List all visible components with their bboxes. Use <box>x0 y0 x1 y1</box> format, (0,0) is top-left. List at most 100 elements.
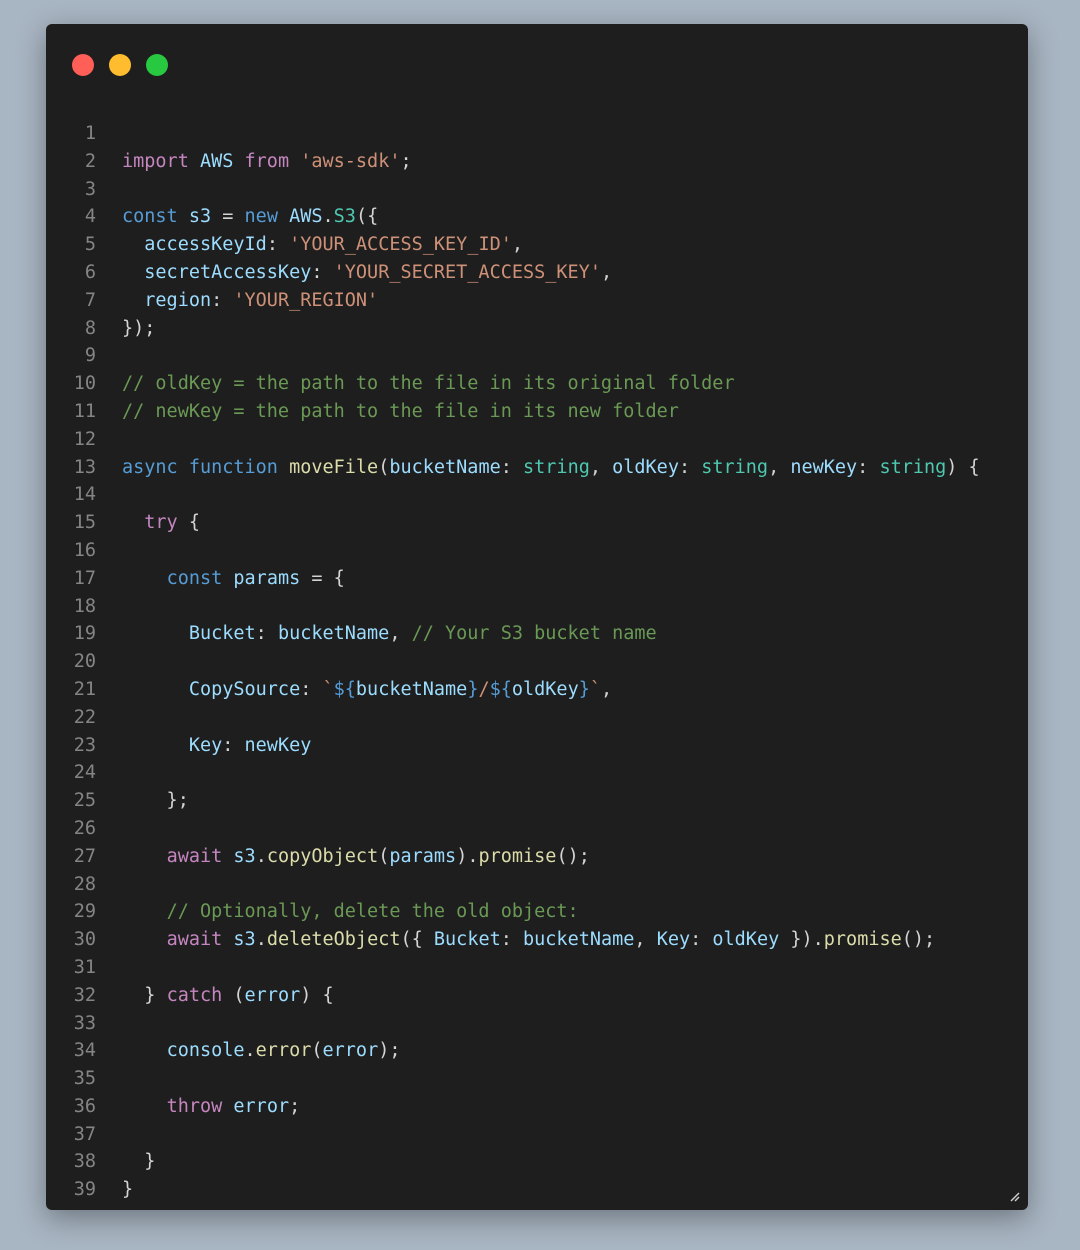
code-token: function <box>188 456 278 478</box>
code-token: : <box>500 929 524 951</box>
code-token: from <box>244 150 290 172</box>
code-line: 36 throw error; <box>46 1093 1028 1121</box>
code-text: accessKeyId: 'YOUR_ACCESS_KEY_ID', <box>122 231 523 259</box>
code-text: const s3 = new AWS.S3({ <box>122 203 378 231</box>
code-token: throw <box>166 1095 223 1117</box>
code-line: 12 <box>46 426 1028 454</box>
code-line: 37 <box>46 1121 1028 1149</box>
code-token: params <box>389 845 457 867</box>
code-token: // newKey = the path to the file in its … <box>122 400 679 422</box>
code-token: . <box>255 845 267 867</box>
code-token: Key <box>188 734 223 756</box>
code-token: : <box>690 929 713 951</box>
code-token: } <box>122 984 167 1006</box>
line-number: 21 <box>73 678 96 700</box>
code-line: 27 await s3.copyObject(params).promise()… <box>46 843 1028 871</box>
code-token: params <box>233 567 301 589</box>
line-number: 25 <box>73 790 96 812</box>
code-line: 4 const s3 = new AWS.S3({ <box>46 203 1028 231</box>
code-token: } <box>578 678 590 700</box>
code-token: 'YOUR_ACCESS_KEY_ID' <box>289 234 512 256</box>
line-number: 11 <box>73 400 96 422</box>
code-token: region <box>144 289 212 311</box>
code-token: / <box>478 678 490 700</box>
code-line: 23 Key: newKey <box>46 732 1028 760</box>
line-number: 33 <box>73 1012 96 1034</box>
code-token: ) { <box>300 984 334 1006</box>
code-text: throw error; <box>122 1093 301 1121</box>
code-token: ); <box>378 1040 401 1062</box>
maximize-window-button[interactable] <box>146 54 168 76</box>
line-number: 13 <box>73 456 96 478</box>
code-token: 'YOUR_SECRET_ACCESS_KEY' <box>333 261 601 283</box>
code-token: string <box>701 456 769 478</box>
resize-grip-icon[interactable] <box>1008 1190 1020 1202</box>
code-text: Bucket: bucketName, // Your S3 bucket na… <box>122 620 657 648</box>
code-token: copyObject <box>266 845 379 867</box>
code-line: 31 <box>46 954 1028 982</box>
code-token: moveFile <box>289 456 379 478</box>
code-token: promise <box>478 845 557 867</box>
code-text: console.error(error); <box>122 1037 401 1065</box>
close-window-button[interactable] <box>72 54 94 76</box>
code-token: secretAccessKey <box>144 261 312 283</box>
minimize-window-button[interactable] <box>109 54 131 76</box>
window-titlebar <box>46 24 1028 104</box>
code-line: 24 <box>46 759 1028 787</box>
code-line: 33 <box>46 1010 1028 1038</box>
code-token: ({ <box>355 206 379 228</box>
code-token: : <box>857 456 880 478</box>
code-line: 13 async function moveFile(bucketName: st… <box>46 454 1028 482</box>
code-text: }); <box>122 315 155 343</box>
code-line: 6 secretAccessKey: 'YOUR_SECRET_ACCESS_K… <box>46 259 1028 287</box>
code-text: CopySource: `${bucketName}/${oldKey}`, <box>122 676 612 704</box>
code-token: . <box>255 929 267 951</box>
line-number: 9 <box>84 345 96 367</box>
code-token: deleteObject <box>266 929 401 951</box>
code-line: 25 }; <box>46 787 1028 815</box>
code-token: }); <box>122 317 156 339</box>
code-token: ${ <box>489 678 512 700</box>
code-token: ( <box>311 1040 323 1062</box>
code-text: region: 'YOUR_REGION' <box>122 287 378 315</box>
code-text: // oldKey = the path to the file in its … <box>122 370 735 398</box>
line-number: 15 <box>73 512 96 534</box>
code-token: . <box>322 206 334 228</box>
code-token: catch <box>166 984 223 1006</box>
code-block: 1 2 import AWS from 'aws-sdk'; 3 4 const s3 =… <box>46 120 1028 1204</box>
code-line: 1 <box>46 120 1028 148</box>
code-line: 22 <box>46 704 1028 732</box>
code-token: 'YOUR_REGION' <box>233 289 379 311</box>
code-window: 1 2 import AWS from 'aws-sdk'; 3 4 const s3 =… <box>46 24 1028 1210</box>
code-line: 18 <box>46 593 1028 621</box>
line-number: 32 <box>73 984 96 1006</box>
code-token: { <box>177 512 200 534</box>
code-token: string <box>523 456 590 478</box>
code-text: // Optionally, delete the old object: <box>122 898 579 926</box>
code-text: try { <box>122 509 200 537</box>
code-token: bucketName <box>277 623 390 645</box>
code-token: , <box>389 623 412 645</box>
code-token: : <box>211 289 234 311</box>
code-line: 19 Bucket: bucketName, // Your S3 bucket… <box>46 620 1028 648</box>
code-token: } <box>122 1179 134 1201</box>
line-number: 38 <box>73 1151 96 1173</box>
code-token: error <box>322 1040 379 1062</box>
line-number: 14 <box>73 484 96 506</box>
line-number: 31 <box>73 956 96 978</box>
code-token: : <box>255 623 278 645</box>
code-line: 17 const params = { <box>46 565 1028 593</box>
code-text: const params = { <box>122 565 345 593</box>
code-text: await s3.copyObject(params).promise(); <box>122 843 590 871</box>
code-line: 5 accessKeyId: 'YOUR_ACCESS_KEY_ID', <box>46 231 1028 259</box>
code-text: // newKey = the path to the file in its … <box>122 398 679 426</box>
line-number: 37 <box>73 1123 96 1145</box>
line-number: 36 <box>73 1095 96 1117</box>
code-token: , <box>600 261 613 283</box>
code-token: S3 <box>333 206 356 228</box>
